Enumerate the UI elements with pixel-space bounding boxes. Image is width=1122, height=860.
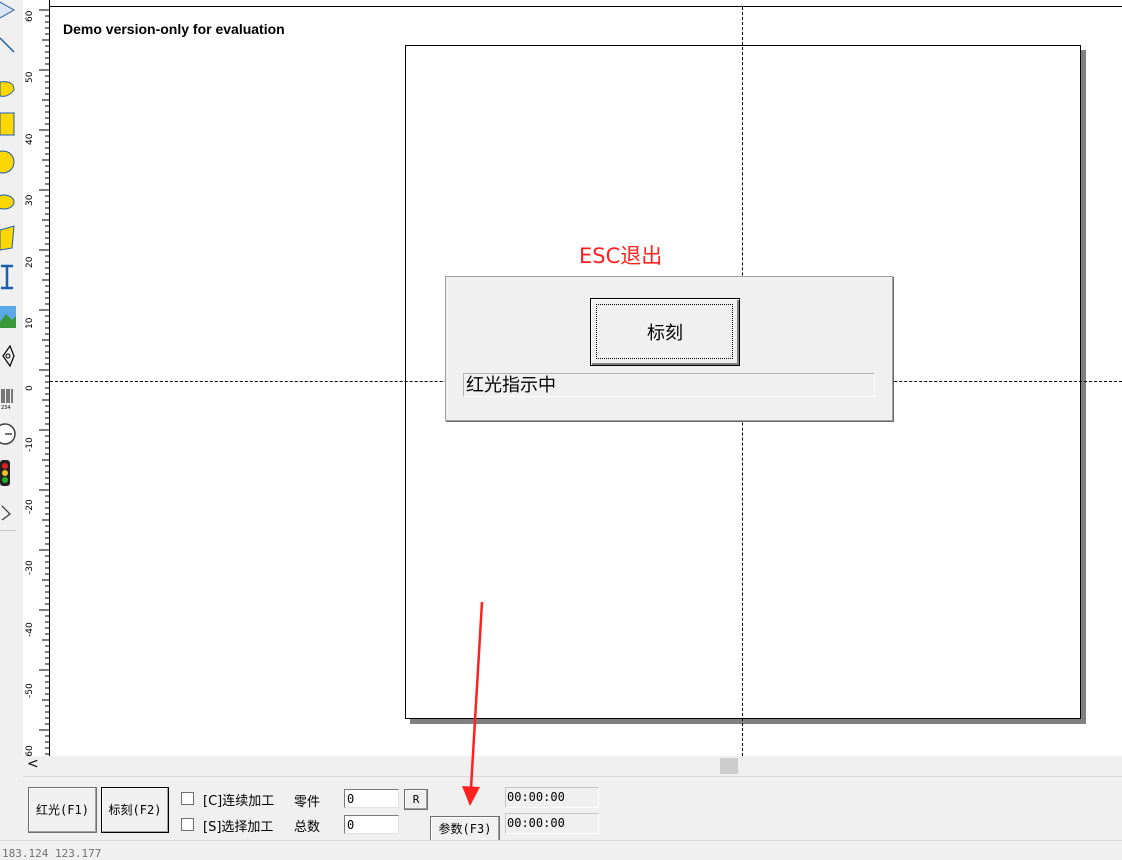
ruler-label: 40 xyxy=(25,133,35,145)
red-light-button[interactable]: 红光(F1) xyxy=(28,787,97,833)
mark-dialog: 标刻 红光指示中 xyxy=(445,276,893,421)
continuous-checkbox[interactable] xyxy=(181,792,194,805)
reset-count-button[interactable]: R xyxy=(404,789,428,810)
mark-control-bar: 红光(F1) 标刻(F2) [C]连续加工 零件 0 R [S]选择加工 总数 … xyxy=(23,776,1122,842)
ruler-label: -30 xyxy=(25,560,35,575)
dialog-mark-button[interactable]: 标刻 xyxy=(590,298,740,366)
scroll-left-arrow-icon[interactable]: < xyxy=(27,756,39,772)
ruler-label: 60 xyxy=(25,10,35,22)
rectangle-tool-icon[interactable] xyxy=(0,110,16,138)
drawing-toolbar: 234 xyxy=(0,0,16,531)
vertical-ruler: 60 50 40 30 20 10 0 -10 -20 -30 -40 -50 -60 xyxy=(23,0,50,756)
line-tool-icon[interactable] xyxy=(0,34,16,62)
io-signal-icon[interactable] xyxy=(0,458,16,486)
circle-tool-icon[interactable] xyxy=(0,148,16,176)
polygon-tool-icon[interactable] xyxy=(0,222,16,251)
total-label: 总数 xyxy=(294,820,321,835)
ruler-label: -40 xyxy=(25,622,35,637)
extension-axis-icon[interactable] xyxy=(0,500,16,528)
horizontal-ruler xyxy=(23,0,1122,7)
red-light-status-field: 红光指示中 xyxy=(463,373,875,397)
ruler-label: 0 xyxy=(25,385,35,391)
ruler-label: 30 xyxy=(25,194,35,206)
dialog-mark-button-label: 标刻 xyxy=(647,323,683,344)
ruler-label: -50 xyxy=(25,683,35,698)
timer-icon[interactable] xyxy=(0,420,16,448)
demo-watermark-text: Demo version-only for evaluation xyxy=(63,21,285,37)
ruler-label: -10 xyxy=(25,437,35,452)
vector-file-icon[interactable] xyxy=(0,342,16,370)
esc-exit-annotation: ESC退出 xyxy=(579,244,663,268)
select-checkbox[interactable] xyxy=(181,818,194,831)
horizontal-scrollbar[interactable]: < xyxy=(23,756,1122,776)
ruler-label: 50 xyxy=(25,71,35,83)
ruler-label: 10 xyxy=(25,317,35,329)
total-time-field: 00:00:00 xyxy=(505,813,599,834)
ruler-label: -20 xyxy=(25,499,35,514)
params-button[interactable]: 参数(F3) xyxy=(430,816,500,842)
scrollbar-thumb[interactable] xyxy=(720,758,738,774)
ruler-label: 20 xyxy=(25,256,35,268)
elapsed-time-field: 00:00:00 xyxy=(505,787,599,808)
total-count-field[interactable]: 0 xyxy=(344,815,399,834)
parts-count-field[interactable]: 0 xyxy=(344,789,399,808)
mark-button[interactable]: 标刻(F2) xyxy=(101,787,169,833)
select-label: [S]选择加工 xyxy=(203,820,274,835)
continuous-label: [C]连续加工 xyxy=(203,794,275,809)
curve-tool-icon[interactable] xyxy=(0,72,16,100)
svg-text:234: 234 xyxy=(1,405,11,411)
ruler-label: -60 xyxy=(25,745,35,756)
ellipse-tool-icon[interactable] xyxy=(0,190,16,218)
barcode-icon[interactable]: 234 xyxy=(0,385,16,413)
image-tool-icon[interactable] xyxy=(0,304,16,332)
status-bar: 183.124 123.177 xyxy=(0,840,1122,860)
parts-label: 零件 xyxy=(294,795,321,810)
select-arrow-icon[interactable] xyxy=(0,0,16,28)
text-tool-icon[interactable] xyxy=(0,263,16,291)
